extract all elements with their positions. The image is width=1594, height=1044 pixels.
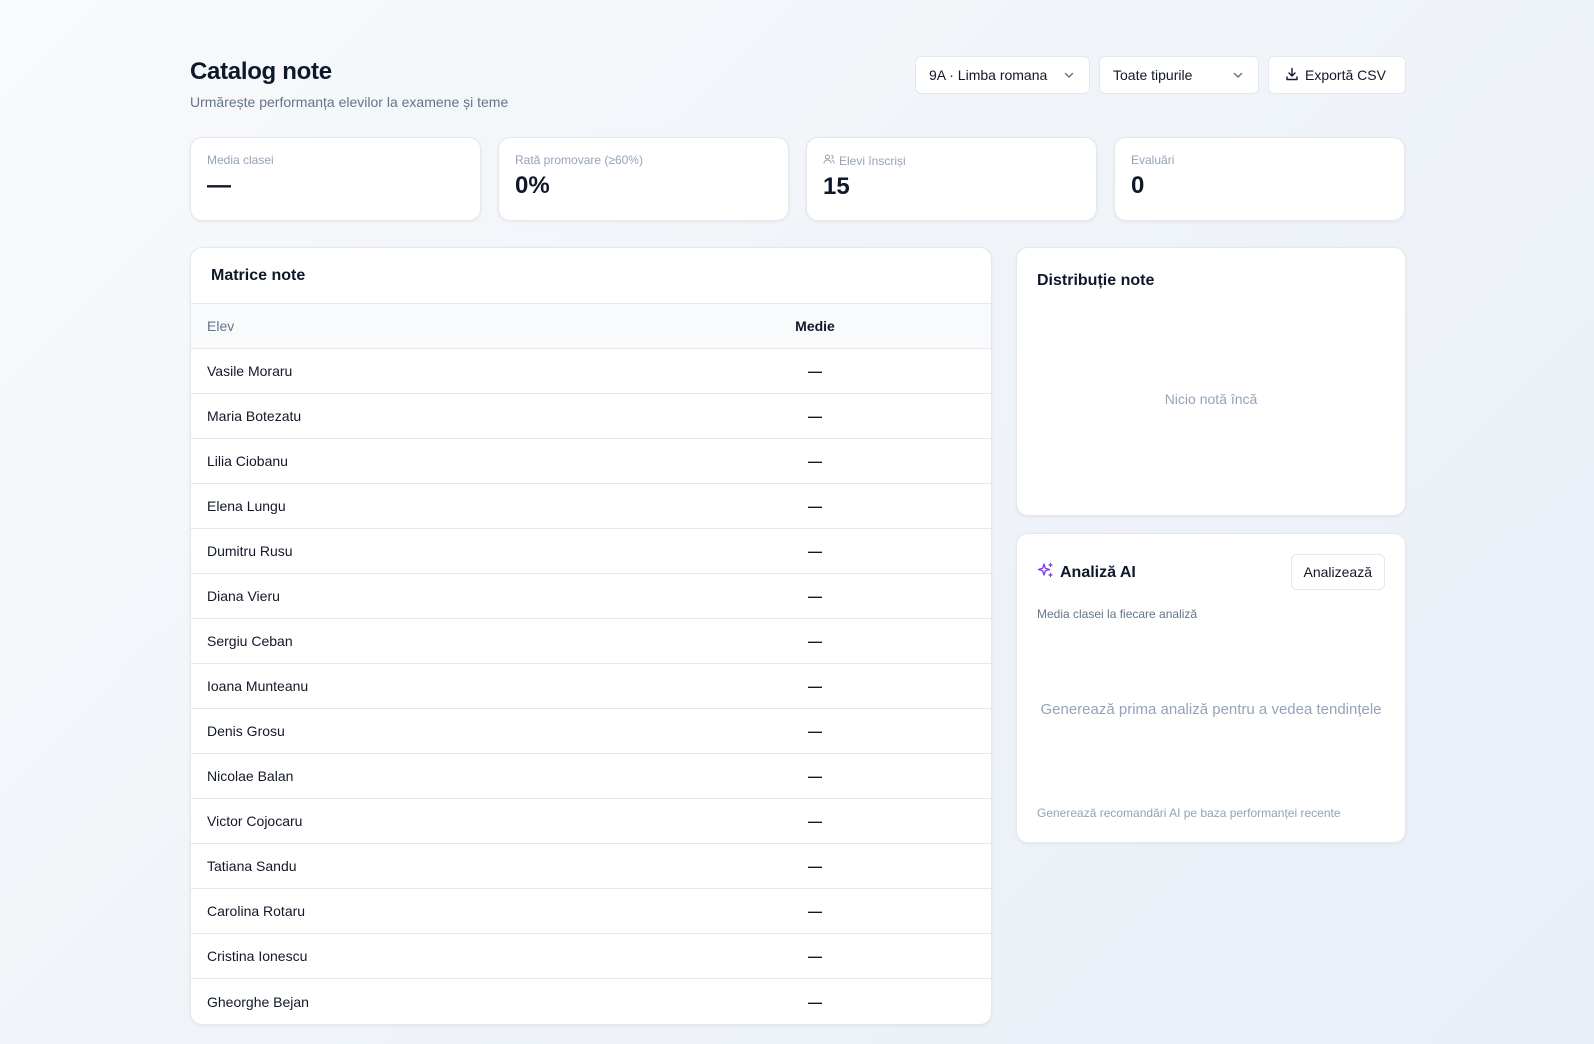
student-name-cell: Gheorghe Bejan (207, 993, 309, 1010)
table-row[interactable]: Diana Vieru — (191, 574, 991, 619)
student-average-cell: — (808, 408, 822, 424)
stat-value: — (207, 172, 231, 199)
student-name-cell: Ioana Munteanu (207, 678, 309, 694)
stat-value: 0 (1131, 172, 1145, 199)
student-average-cell: — (808, 993, 822, 1010)
student-name-cell: Victor Cojocaru (207, 813, 303, 829)
stat-value: 15 (823, 173, 850, 200)
student-name-cell: Maria Botezatu (207, 408, 302, 424)
ai-analysis-header: Analiză AI (1037, 562, 1136, 584)
grade-matrix-title: Matrice note (211, 266, 306, 284)
stat-card-evaluations: Evaluări 0 (1114, 137, 1405, 221)
student-name-cell: Nicolae Balan (207, 768, 294, 784)
table-row[interactable]: Denis Grosu — (191, 709, 991, 754)
ai-analysis-caption: Media clasei la fiecare analiză (1037, 607, 1198, 621)
stats-row: Media clasei — Rată promovare (≥60%) 0% … (190, 137, 1406, 221)
type-select[interactable]: Toate tipurile (1099, 56, 1259, 94)
page-header: Catalog note Urmărește performanța elevi… (190, 56, 1406, 116)
stat-card-class-average: Media clasei — (190, 137, 481, 221)
student-average-cell: — (808, 858, 822, 874)
student-average-cell: — (808, 678, 822, 694)
student-average-cell: — (808, 588, 822, 604)
student-average-cell: — (808, 813, 822, 829)
table-row[interactable]: Elena Lungu — (191, 484, 991, 529)
table-row[interactable]: Maria Botezatu — (191, 394, 991, 439)
table-row[interactable]: Sergiu Ceban — (191, 619, 991, 664)
student-name-cell: Lilia Ciobanu (207, 453, 288, 469)
table-row[interactable]: Carolina Rotaru — (191, 889, 991, 934)
table-row[interactable]: Vasile Moraru — (191, 349, 991, 394)
grade-matrix-header: Matrice note (191, 248, 991, 304)
table-row[interactable]: Dumitru Rusu — (191, 529, 991, 574)
ai-analysis-title: Analiză AI (1060, 564, 1136, 581)
table-header-row: Elev Medie (191, 304, 991, 349)
grade-matrix-table: Elev Medie Vasile Moraru — Maria Botezatu —… (191, 304, 991, 1024)
student-name-cell: Sergiu Ceban (207, 633, 293, 649)
student-name-cell: Denis Grosu (207, 723, 285, 739)
grade-distribution-empty: Nicio notă încă (1164, 391, 1258, 407)
page-subtitle: Urmărește performanța elevilor la examen… (190, 94, 509, 110)
analyze-button[interactable]: Analizează (1290, 554, 1385, 590)
student-name-cell: Carolina Rotaru (207, 903, 306, 919)
ai-analysis-panel: Analiză AI Analizează Media clasei la fi… (1016, 533, 1406, 843)
grade-matrix-panel: Matrice note Elev Medie Vasile Moraru — Ma… (190, 247, 992, 1025)
ai-analysis-footer: Generează recomandări AI pe baza perform… (1037, 806, 1341, 820)
class-select[interactable]: 9A · Limba romana (915, 56, 1090, 94)
stat-label: Elevi înscriși (839, 153, 906, 168)
header-controls: 9A · Limba romana Toate tipurile Exportă… (915, 56, 1406, 94)
column-header-average[interactable]: Medie (747, 318, 883, 334)
student-average-cell: — (808, 363, 822, 379)
student-average-cell: — (808, 453, 822, 469)
student-name-cell: Tatiana Sandu (207, 858, 297, 874)
student-name-cell: Vasile Moraru (207, 363, 293, 379)
stat-label-row: Elevi înscriși (823, 153, 1080, 168)
stat-label: Rată promovare (≥60%) (515, 153, 643, 167)
chevron-down-icon (1231, 68, 1245, 82)
student-average-cell: — (808, 543, 822, 559)
student-name-cell: Diana Vieru (207, 588, 280, 604)
users-icon (823, 153, 835, 168)
student-name-cell: Cristina Ionescu (207, 948, 308, 964)
page-title: Catalog note (190, 58, 332, 85)
stat-label: Evaluări (1131, 153, 1175, 167)
column-header-student[interactable]: Elev (191, 318, 747, 334)
student-average-cell: — (808, 633, 822, 649)
stat-card-enrolled-students: Elevi înscriși 15 (806, 137, 1097, 221)
table-row[interactable]: Ioana Munteanu — (191, 664, 991, 709)
page: Catalog note Urmărește performanța elevi… (0, 0, 1594, 1044)
sparkles-icon (1037, 562, 1054, 584)
table-row[interactable]: Victor Cojocaru — (191, 799, 991, 844)
student-average-cell: — (808, 948, 822, 964)
stat-label: Media clasei (207, 153, 274, 167)
type-select-value: Toate tipurile (1113, 67, 1193, 83)
export-csv-label: Exportă CSV (1305, 67, 1386, 83)
student-name-cell: Dumitru Rusu (207, 543, 293, 559)
student-average-cell: — (808, 903, 822, 919)
student-average-cell: — (808, 498, 822, 514)
table-row[interactable]: Cristina Ionescu — (191, 934, 991, 979)
table-body: Vasile Moraru — Maria Botezatu — Lilia Cioba… (191, 349, 991, 1024)
class-select-value: 9A · Limba romana (929, 67, 1048, 83)
export-csv-button[interactable]: Exportă CSV (1268, 56, 1406, 94)
grade-distribution-panel: Distribuție note Nicio notă încă (1016, 247, 1406, 516)
student-average-cell: — (808, 768, 822, 784)
table-row[interactable]: Lilia Ciobanu — (191, 439, 991, 484)
chevron-down-icon (1062, 68, 1076, 82)
table-row[interactable]: Gheorghe Bejan — (191, 979, 991, 1024)
student-average-cell: — (808, 723, 822, 739)
table-row[interactable]: Nicolae Balan — (191, 754, 991, 799)
student-name-cell: Elena Lungu (207, 498, 286, 514)
stat-card-pass-rate: Rată promovare (≥60%) 0% (498, 137, 789, 221)
ai-analysis-empty: Generează prima analiză pentru a vedea t… (1040, 701, 1382, 718)
table-row[interactable]: Tatiana Sandu — (191, 844, 991, 889)
grade-distribution-title: Distribuție note (1037, 272, 1155, 289)
download-icon (1285, 67, 1299, 84)
stat-value: 0% (515, 172, 550, 199)
